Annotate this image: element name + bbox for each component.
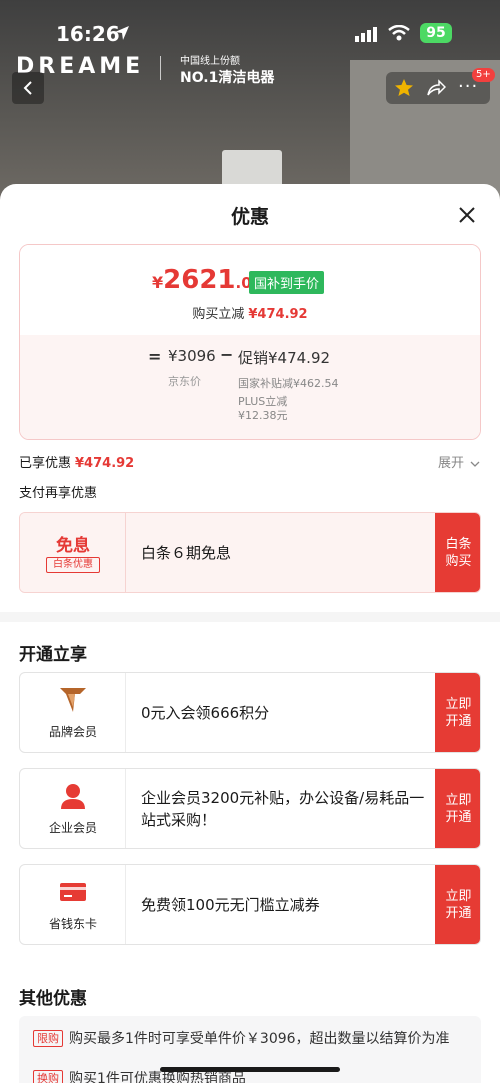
discount-sheet: 优惠 ¥2621.08 国补到手价 购买立减¥474.92 = ¥3096 京东…	[0, 184, 500, 1083]
price-integer: 2621	[163, 265, 236, 295]
baitiao-offer-text: 白条６期免息	[141, 513, 431, 592]
plus-discount-line: PLUS立减 ¥12.38元	[238, 395, 288, 423]
chevron-left-icon	[23, 81, 32, 95]
baitiao-discount-tag: 白条优惠	[46, 557, 100, 573]
enjoyed-discount-value: ¥474.92	[75, 456, 135, 471]
other-section-title: 其他优惠	[19, 989, 87, 1009]
savings-card-offer-text: 免费领100元无门槛立减券	[141, 895, 320, 914]
price-summary-top: ¥2621.08 国补到手价 购买立减¥474.92	[20, 245, 480, 335]
share-icon[interactable]	[426, 79, 446, 97]
offer-tag: 换购	[33, 1070, 63, 1083]
other-offer-limit[interactable]: 限购 购买最多1件时可享受单件价￥3096，超出数量以结算价为准	[33, 1028, 450, 1048]
brand-member-open-button[interactable]: 立即 开通	[435, 673, 480, 752]
chevron-down-icon	[470, 461, 480, 467]
open-section-title: 开通立享	[19, 645, 87, 665]
plus-discount-value: ¥12.38元	[238, 409, 288, 422]
price-summary-card: ¥2621.08 国补到手价 购买立减¥474.92 = ¥3096 京东价 −…	[19, 244, 481, 440]
baitiao-installment-card[interactable]: 免息 白条优惠 白条６期免息 白条 购买	[19, 512, 481, 593]
baitiao-buy-button[interactable]: 白条 购买	[435, 513, 480, 592]
favorite-star-icon[interactable]	[394, 78, 414, 98]
offer-text: 购买1件可优惠换购热销商品	[69, 1071, 246, 1083]
purchase-discount-label: 购买立减	[192, 307, 245, 322]
interest-free-title: 免息	[56, 536, 90, 556]
offer-text: 购买最多1件时可享受单件价￥3096，超出数量以结算价为准	[69, 1031, 450, 1047]
jd-price-label: 京东价	[168, 375, 201, 388]
minus-sign: −	[220, 345, 234, 364]
purchase-discount-value: ¥474.92	[248, 307, 308, 322]
close-icon[interactable]	[456, 204, 478, 226]
price-breakdown: = ¥3096 京东价 − 促销¥474.92 国家补贴减¥462.54 PLU…	[20, 335, 480, 439]
plus-discount-label: PLUS立减	[238, 395, 288, 408]
top-action-bar: ··· 5+	[386, 68, 495, 104]
brand-tagline-big: NO.1清洁电器	[180, 70, 275, 86]
brand-member-offer-text: 0元入会领666积分	[141, 703, 270, 722]
cellular-signal-icon	[355, 27, 377, 42]
subsidy-price-tag: 国补到手价	[249, 271, 325, 294]
enterprise-member-offer-text: 企业会员3200元补贴，办公设备/易耗品一站式采购！	[141, 788, 425, 829]
baitiao-badge: 免息 白条优惠	[20, 513, 126, 592]
enjoyed-discount: 已享优惠 ¥474.92	[19, 452, 134, 471]
message-count-badge: 5+	[472, 68, 495, 82]
enjoyed-discount-label: 已享优惠	[19, 456, 72, 471]
brand-member-label: 品牌会员	[48, 725, 97, 739]
promotion-total: 促销¥474.92	[238, 349, 331, 367]
savings-card-badge: 省钱东卡	[20, 865, 126, 944]
savings-card-offer[interactable]: 省钱东卡 免费领100元无门槛立减券 立即 开通	[19, 864, 481, 945]
purchase-discount-line: 购买立减 ¥474.92	[20, 303, 480, 322]
expand-label: 展开	[438, 456, 465, 471]
brand-member-card[interactable]: 品牌会员 0元入会领666积分 立即 开通	[19, 672, 481, 753]
savings-card-open-button[interactable]: 立即 开通	[435, 865, 480, 944]
back-button[interactable]	[12, 72, 44, 104]
enterprise-member-card[interactable]: 企业会员 企业会员3200元补贴，办公设备/易耗品一站式采购！ 立即 开通	[19, 768, 481, 849]
brand-v-icon	[60, 688, 86, 712]
expand-toggle[interactable]: 展开	[438, 452, 480, 471]
enterprise-member-badge: 企业会员	[20, 769, 126, 848]
gov-subsidy-line: 国家补贴减¥462.54	[238, 377, 339, 390]
wifi-icon	[388, 25, 410, 41]
home-indicator	[160, 1067, 340, 1072]
battery-indicator: 95	[420, 23, 452, 43]
jd-price-value: ¥3096	[168, 347, 216, 365]
status-time: 16:26	[56, 22, 120, 46]
brand-tagline: 中国线上份额 NO.1清洁电器	[180, 52, 274, 87]
card-icon	[60, 883, 86, 901]
brand-divider	[160, 56, 161, 80]
pay-section-title: 支付再享优惠	[19, 486, 98, 501]
brand-member-badge: 品牌会员	[20, 673, 126, 752]
final-price: ¥2621.08	[152, 265, 262, 295]
equals-sign: =	[148, 347, 162, 366]
other-offers-list: 限购 购买最多1件时可享受单件价￥3096，超出数量以结算价为准 换购 购买1件可优…	[19, 1016, 481, 1083]
brand-tagline-small: 中国线上份额	[180, 56, 240, 67]
sheet-title: 优惠	[230, 206, 269, 228]
price-currency: ¥	[152, 273, 164, 292]
enterprise-member-open-button[interactable]: 立即 开通	[435, 769, 480, 848]
section-divider	[0, 612, 500, 622]
status-bar: 16:26 95	[0, 0, 500, 54]
offer-tag: 限购	[33, 1030, 63, 1047]
savings-card-label: 省钱东卡	[48, 917, 97, 931]
person-icon	[61, 784, 85, 809]
location-arrow-icon	[115, 26, 129, 40]
enterprise-member-label: 企业会员	[48, 821, 97, 835]
